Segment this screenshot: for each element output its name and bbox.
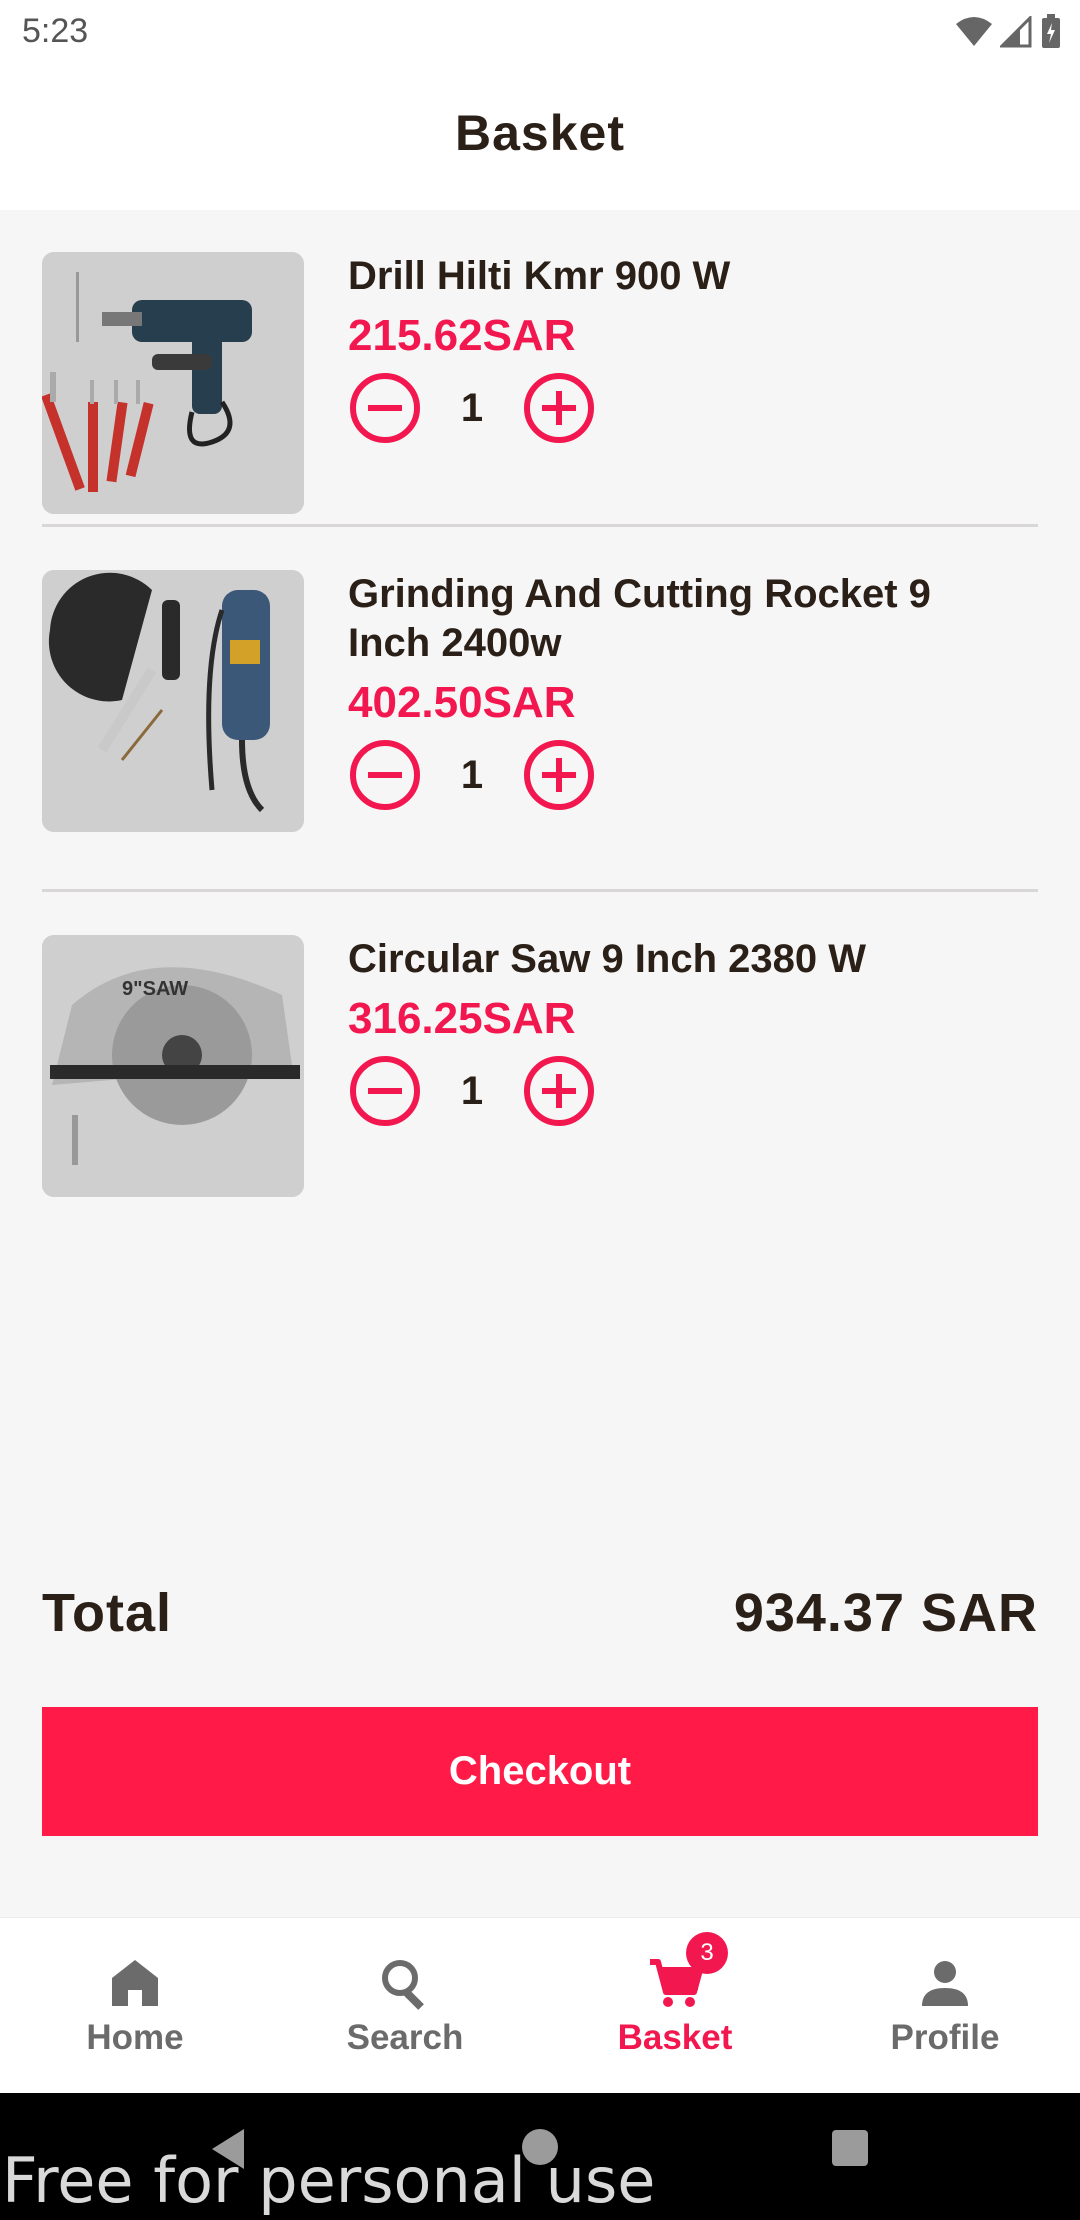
quantity-value: 1 [460,752,484,797]
decrease-quantity-button[interactable] [348,1054,422,1128]
product-name: Grinding And Cutting Rocket 9 Inch 2400w [348,572,931,665]
product-image-drill[interactable] [42,252,304,514]
increase-quantity-button[interactable] [522,738,596,812]
search-icon [382,1960,424,2010]
status-time: 5:23 [22,12,89,50]
bottom-nav: Home Search 3 Basket Profile [0,1917,1080,2093]
nav-item-basket[interactable]: 3 Basket [540,1918,810,2093]
watermark-text: Free for personal use [2,2144,656,2217]
wifi-icon [956,17,992,46]
nav-item-profile[interactable]: Profile [810,1918,1080,2093]
svg-text:9"SAW: 9"SAW [122,978,188,1000]
decrease-quantity-button[interactable] [348,371,422,445]
total-row: Total 934.37 SAR [42,1582,1038,1644]
nav-label: Profile [890,2018,1000,2057]
status-bar: 5:23 [0,0,1080,64]
item-divider [42,524,1038,527]
person-icon [922,1961,968,2006]
total-value: 934.37 SAR [733,1583,1038,1643]
quantity-value: 1 [460,1068,484,1113]
product-image-grinder[interactable] [42,570,304,832]
decrease-quantity-button[interactable] [348,738,422,812]
page-title: Basket [455,105,625,161]
product-name: Drill Hilti Kmr 900 W [348,254,731,298]
nav-label: Search [346,2018,464,2057]
product-price: 402.50SAR [348,678,576,727]
quantity-value: 1 [460,385,484,430]
basket-count-badge: 3 [686,1932,728,1974]
home-icon [112,1960,158,2006]
nav-label: Home [86,2018,184,2057]
checkout-button[interactable]: Checkout [42,1707,1038,1836]
nav-item-home[interactable]: Home [0,1918,270,2093]
item-divider [42,889,1038,892]
nav-item-search[interactable]: Search [270,1918,540,2093]
product-price: 316.25SAR [348,994,576,1043]
product-image-saw[interactable]: 9"SAW [42,935,304,1197]
recents-icon[interactable] [831,2129,869,2167]
quantity-stepper: 1 [348,1054,1008,1128]
quantity-stepper: 1 [348,371,1008,445]
battery-icon [1042,14,1060,48]
quantity-stepper: 1 [348,738,1008,812]
product-name: Circular Saw 9 Inch 2380 W [348,937,866,981]
increase-quantity-button[interactable] [522,371,596,445]
total-label: Total [42,1583,172,1643]
app-header: Basket [0,64,1080,210]
increase-quantity-button[interactable] [522,1054,596,1128]
product-price: 215.62SAR [348,311,576,360]
signal-icon [1000,16,1032,48]
status-icons [956,14,1062,50]
nav-label: Basket [617,2018,733,2057]
